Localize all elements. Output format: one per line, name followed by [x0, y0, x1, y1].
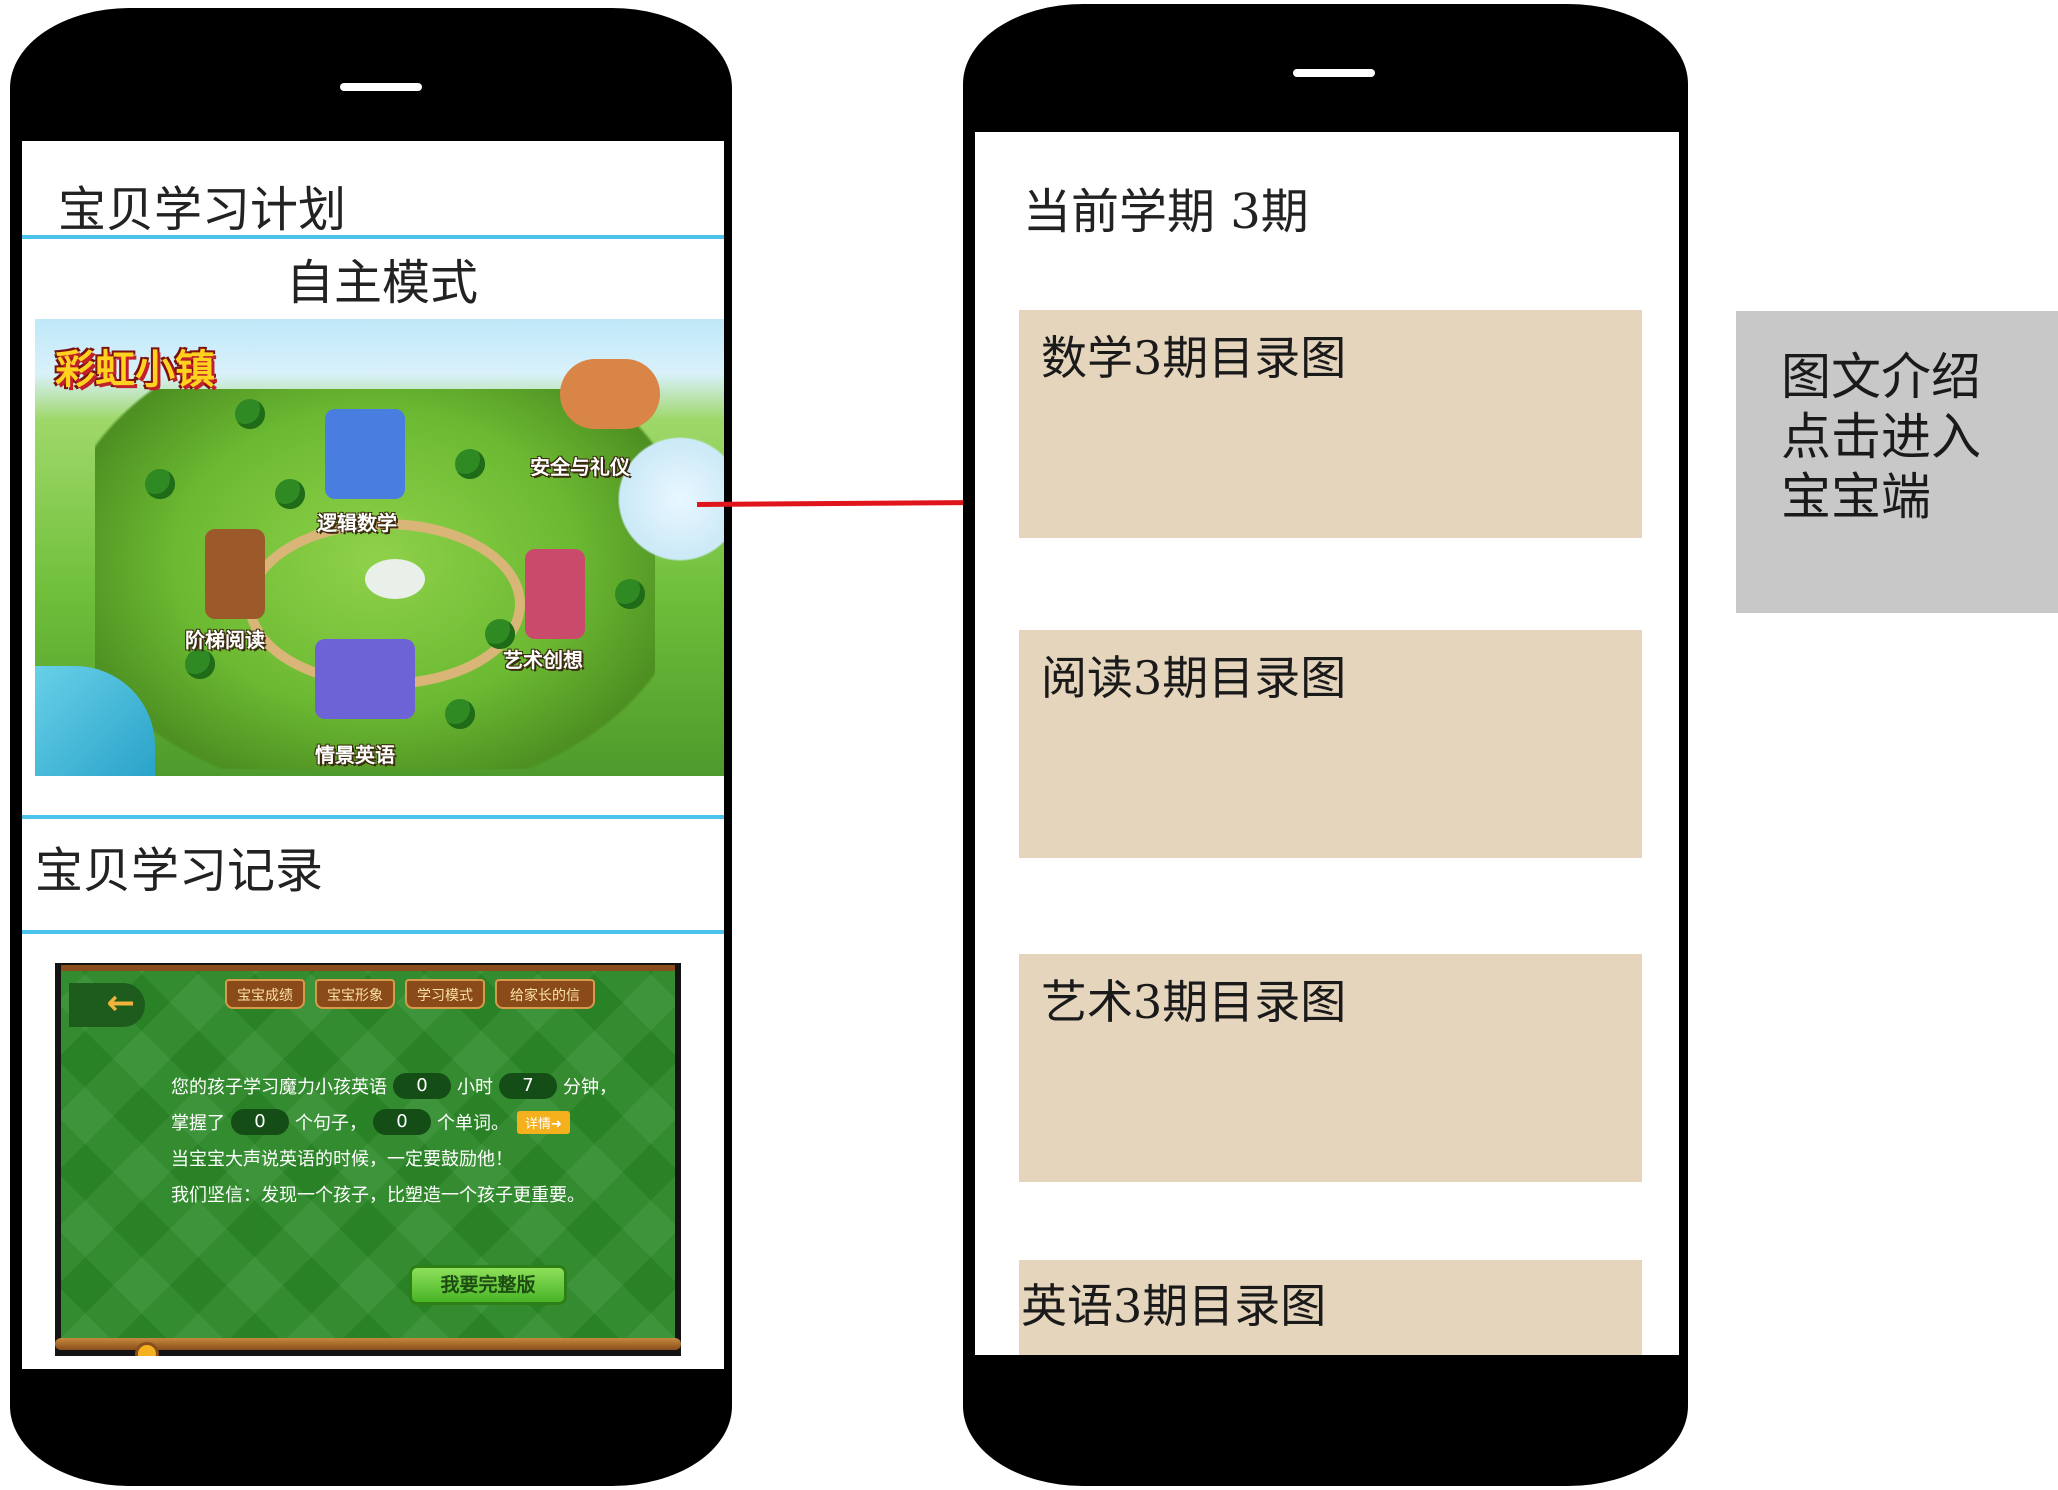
mastery-prefix: 掌握了	[171, 1113, 225, 1134]
catalog-label: 数学3期目录图	[1041, 331, 1347, 385]
right-phone-screen: 当前学期 3期 数学3期目录图 阅读3期目录图 艺术3期目录图 英语3期目录图	[975, 132, 1679, 1355]
full-version-button[interactable]: 我要完整版	[409, 1265, 567, 1305]
hours-unit: 小时	[457, 1077, 493, 1098]
speaker-slot	[340, 83, 422, 91]
catalog-label: 艺术3期目录图	[1041, 975, 1347, 1029]
map-tree	[615, 579, 645, 609]
note-line: 宝宝端	[1781, 468, 1931, 526]
map-tree	[185, 649, 215, 679]
hours-value: 0	[393, 1073, 451, 1099]
annotation-note: 图文介绍 点击进入 宝宝端	[1736, 311, 2058, 613]
map-label-math[interactable]: 逻辑数学	[317, 507, 397, 536]
left-phone-frame: 宝贝学习计划 自主模式 彩虹小镇 安全与礼仪 逻辑数学 阶梯阅读 艺术创想 情景…	[10, 8, 732, 1486]
header-title: 宝贝学习计划	[58, 182, 347, 238]
map-cloud	[608, 429, 724, 569]
tab-baby-score[interactable]: 宝宝成绩	[225, 979, 305, 1009]
study-time-line: 您的孩子学习魔力小孩英语 0 小时 7 分钟，	[171, 1073, 617, 1099]
map-tree	[145, 469, 175, 499]
tab-letter-to-parents[interactable]: 给家长的信	[495, 979, 595, 1009]
game-map-banner[interactable]: 彩虹小镇 安全与礼仪 逻辑数学 阶梯阅读 艺术创想 情景英语	[35, 319, 724, 776]
left-phone-screen: 宝贝学习计划 自主模式 彩虹小镇 安全与礼仪 逻辑数学 阶梯阅读 艺术创想 情景…	[22, 141, 724, 1369]
map-label-reading[interactable]: 阶梯阅读	[185, 624, 265, 653]
catalog-label: 英语3期目录图	[1021, 1279, 1327, 1333]
map-label-english[interactable]: 情景英语	[315, 739, 395, 768]
study-time-prefix: 您的孩子学习魔力小孩英语	[171, 1077, 387, 1098]
rainbow-town-logo: 彩虹小镇	[55, 347, 215, 393]
record-title: 宝贝学习记录	[35, 843, 324, 899]
chevron-right-icon: ➜	[551, 1116, 562, 1132]
map-label-safety[interactable]: 安全与礼仪	[530, 451, 630, 480]
map-building-reading	[205, 529, 265, 619]
divider-mid	[22, 815, 724, 819]
belief-line: 我们坚信：发现一个孩子，比塑造一个孩子更重要。	[171, 1185, 585, 1206]
catalog-english[interactable]: 英语3期目录图	[1019, 1260, 1642, 1355]
catalog-math[interactable]: 数学3期目录图	[1019, 310, 1642, 538]
minutes-unit: 分钟，	[563, 1077, 617, 1098]
words-unit: 个单词。	[437, 1113, 509, 1134]
encourage-line: 当宝宝大声说英语的时候，一定要鼓励他！	[171, 1149, 513, 1170]
arrow-left-icon[interactable]: ←	[69, 983, 145, 1027]
map-fountain	[365, 559, 425, 599]
map-tree	[455, 449, 485, 479]
map-building-english	[315, 639, 415, 719]
map-building-art	[525, 549, 585, 639]
mastery-line: 掌握了 0 个句子， 0 个单词。 详情➜	[171, 1109, 570, 1135]
map-label-art[interactable]: 艺术创想	[503, 644, 583, 673]
detail-label: 详情	[525, 1116, 552, 1132]
sentences-unit: 个句子，	[295, 1113, 367, 1134]
mode-title[interactable]: 自主模式	[286, 243, 478, 313]
catalog-reading[interactable]: 阅读3期目录图	[1019, 630, 1642, 858]
red-connector-line	[696, 500, 964, 507]
speaker-slot	[1293, 69, 1375, 77]
map-building-math	[325, 409, 405, 499]
map-tree	[275, 479, 305, 509]
sentences-value: 0	[231, 1109, 289, 1135]
words-value: 0	[373, 1109, 431, 1135]
catalog-art[interactable]: 艺术3期目录图	[1019, 954, 1642, 1182]
right-phone-frame: 当前学期 3期 数学3期目录图 阅读3期目录图 艺术3期目录图 英语3期目录图	[963, 4, 1688, 1486]
tab-study-mode[interactable]: 学习模式	[405, 979, 485, 1009]
map-airship	[560, 359, 660, 429]
divider-bottom	[22, 930, 724, 934]
catalog-label: 阅读3期目录图	[1041, 651, 1347, 705]
divider-top	[22, 235, 724, 239]
learning-record-panel: ← 宝宝成绩 宝宝形象 学习模式 给家长的信 您的孩子学习魔力小孩英语 0 小时…	[55, 963, 681, 1356]
current-term-title: 当前学期 3期	[1023, 184, 1309, 240]
map-tree	[445, 699, 475, 729]
map-tree	[235, 399, 265, 429]
tab-baby-avatar[interactable]: 宝宝形象	[315, 979, 395, 1009]
green-board: ← 宝宝成绩 宝宝形象 学习模式 给家长的信 您的孩子学习魔力小孩英语 0 小时…	[61, 965, 675, 1346]
minutes-value: 7	[499, 1073, 557, 1099]
detail-button[interactable]: 详情➜	[517, 1110, 570, 1134]
